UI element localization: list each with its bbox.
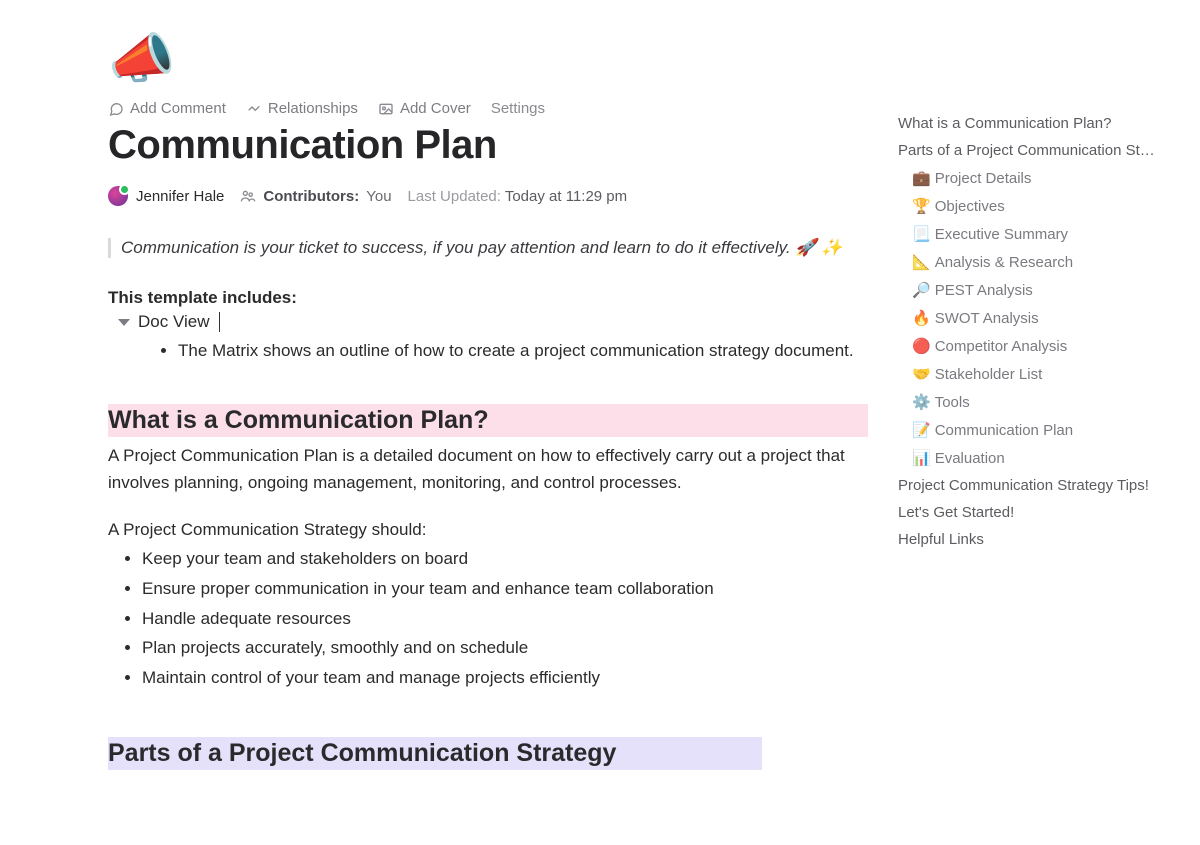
outline-sub-label: SWOT Analysis: [935, 310, 1039, 327]
list-item: Keep your team and stakeholders on board: [142, 544, 868, 574]
list-item: Plan projects accurately, smoothly and o…: [142, 633, 868, 663]
text-cursor: [219, 312, 220, 332]
toolbar: Add Comment Relationships Add Cover Sett…: [108, 100, 868, 117]
outline-subitem[interactable]: 🤝Stakeholder List: [898, 360, 1183, 388]
bar-chart-icon: 📊: [912, 450, 931, 467]
outline-item[interactable]: Project Communication Strategy Tips!: [898, 472, 1183, 499]
list-item: Maintain control of your team and manage…: [142, 663, 868, 693]
red-circle-icon: 🔴: [912, 338, 931, 355]
contributors-label: Contributors:: [263, 188, 359, 205]
outline-subitem[interactable]: 📊Evaluation: [898, 444, 1183, 472]
outline-subitem[interactable]: 🔎PEST Analysis: [898, 276, 1183, 304]
briefcase-icon: 💼: [912, 170, 931, 187]
relationships-icon: [246, 101, 262, 117]
caret-down-icon: [118, 319, 130, 326]
outline-subitem[interactable]: 📝Communication Plan: [898, 416, 1183, 444]
outline-sub-label: Stakeholder List: [935, 366, 1043, 383]
add-comment-button[interactable]: Add Comment: [108, 100, 226, 117]
handshake-icon: 🤝: [912, 366, 931, 383]
outline-item[interactable]: Parts of a Project Communication St…: [898, 137, 1183, 164]
doc-view-label: Doc View: [138, 312, 210, 332]
doc-view-toggle[interactable]: Doc View: [118, 312, 868, 332]
last-updated: Last Updated: Today at 11:29 pm: [408, 188, 628, 205]
outline-sub-label: Evaluation: [935, 450, 1005, 467]
page-icon: 📃: [912, 226, 931, 243]
trophy-icon: 🏆: [912, 198, 931, 215]
contributors[interactable]: Contributors: You: [240, 188, 391, 205]
outline-subitem[interactable]: 📐Analysis & Research: [898, 248, 1183, 276]
gear-icon: ⚙️: [912, 394, 931, 411]
doc-view-sublist: The Matrix shows an outline of how to cr…: [178, 338, 868, 364]
page-title: Communication Plan: [108, 123, 868, 168]
outline-sub-label: Objectives: [935, 198, 1005, 215]
byline: Jennifer Hale Contributors: You Last Upd…: [108, 186, 868, 206]
ruler-icon: 📐: [912, 254, 931, 271]
add-cover-label: Add Cover: [400, 100, 471, 117]
settings-button[interactable]: Settings: [491, 100, 545, 117]
add-comment-label: Add Comment: [130, 100, 226, 117]
people-icon: [240, 188, 256, 204]
outline-item[interactable]: What is a Communication Plan?: [898, 110, 1183, 137]
outline-sub-label: Analysis & Research: [935, 254, 1073, 271]
updated-value: Today at 11:29 pm: [505, 188, 627, 205]
outline-subitem[interactable]: 🔴Competitor Analysis: [898, 332, 1183, 360]
outline-sub-label: Communication Plan: [935, 422, 1073, 439]
author[interactable]: Jennifer Hale: [108, 186, 224, 206]
outline-subitem[interactable]: ⚙️Tools: [898, 388, 1183, 416]
settings-label: Settings: [491, 100, 545, 117]
avatar: [108, 186, 128, 206]
outline-panel: What is a Communication Plan? Parts of a…: [898, 110, 1183, 553]
section1-body: A Project Communication Plan is a detail…: [108, 443, 848, 496]
list-item: Handle adequate resources: [142, 604, 868, 634]
outline-sub-label: Tools: [935, 394, 970, 411]
outline-subitem[interactable]: 📃Executive Summary: [898, 220, 1183, 248]
quote-block: Communication is your ticket to success,…: [108, 238, 868, 258]
list-item: The Matrix shows an outline of how to cr…: [178, 338, 868, 364]
outline-item[interactable]: Helpful Links: [898, 526, 1183, 553]
outline-sub-label: Competitor Analysis: [935, 338, 1068, 355]
page-icon[interactable]: 📣: [108, 32, 868, 86]
outline-subitem[interactable]: 🔥SWOT Analysis: [898, 304, 1183, 332]
updated-label: Last Updated:: [408, 188, 501, 205]
outline-subitem[interactable]: 🏆Objectives: [898, 192, 1183, 220]
list-item: Ensure proper communication in your team…: [142, 574, 868, 604]
author-name: Jennifer Hale: [136, 188, 224, 205]
relationships-button[interactable]: Relationships: [246, 100, 358, 117]
section-heading-what-is: What is a Communication Plan?: [108, 404, 868, 437]
comment-icon: [108, 101, 124, 117]
quote-text: Communication is your ticket to success,…: [121, 238, 868, 258]
memo-icon: 📝: [912, 422, 931, 439]
fire-icon: 🔥: [912, 310, 931, 327]
section-heading-parts: Parts of a Project Communication Strateg…: [108, 737, 762, 770]
outline-sub-label: Executive Summary: [935, 226, 1068, 243]
template-includes-heading: This template includes:: [108, 288, 868, 308]
outline-item[interactable]: Let's Get Started!: [898, 499, 1183, 526]
contributors-value: You: [366, 188, 391, 205]
image-icon: [378, 101, 394, 117]
outline-sub-label: PEST Analysis: [935, 282, 1033, 299]
relationships-label: Relationships: [268, 100, 358, 117]
magnifier-icon: 🔎: [912, 282, 931, 299]
add-cover-button[interactable]: Add Cover: [378, 100, 471, 117]
outline-subitem[interactable]: 💼Project Details: [898, 164, 1183, 192]
section1-lead: A Project Communication Strategy should:: [108, 520, 868, 540]
strategy-list: Keep your team and stakeholders on board…: [142, 544, 868, 693]
outline-sub-label: Project Details: [935, 170, 1032, 187]
document-main: 📣 Add Comment Relationships Add Cover Se…: [108, 32, 868, 776]
